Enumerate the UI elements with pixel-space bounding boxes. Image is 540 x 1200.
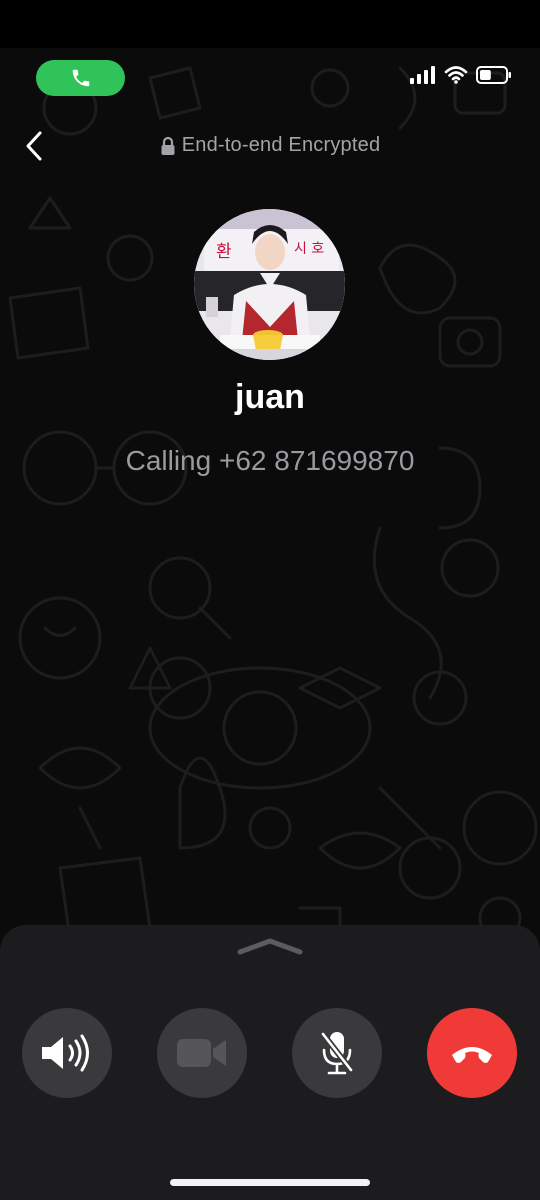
status-icons xyxy=(410,66,512,84)
ongoing-call-indicator[interactable] xyxy=(36,60,125,96)
video-camera-icon xyxy=(177,1039,226,1067)
encryption-label: End-to-end Encrypted xyxy=(181,134,381,156)
svg-text:환: 환 xyxy=(216,242,232,262)
status-bar-background xyxy=(0,0,540,48)
end-call-icon xyxy=(452,1047,492,1063)
lock-icon xyxy=(161,136,175,155)
svg-text:시 호: 시 호 xyxy=(294,241,324,257)
battery-icon xyxy=(476,66,511,84)
contact-name: juan xyxy=(235,378,305,416)
home-indicator[interactable] xyxy=(170,1179,370,1186)
encryption-notice: End-to-end Encrypted xyxy=(0,134,540,157)
speaker-button[interactable] xyxy=(22,1008,112,1098)
expand-panel-handle[interactable] xyxy=(236,934,304,958)
wifi-icon xyxy=(444,66,468,84)
contact-avatar[interactable]: 환 시 호 xyxy=(194,209,345,360)
cellular-signal-icon xyxy=(410,66,435,84)
video-button[interactable] xyxy=(157,1008,247,1098)
avatar-photo: 환 시 호 xyxy=(194,209,345,360)
mute-button[interactable] xyxy=(292,1008,382,1098)
phone-icon xyxy=(72,69,89,87)
call-status: Calling +62 871699870 xyxy=(125,445,415,476)
speaker-icon xyxy=(42,1034,89,1072)
chevron-up-icon xyxy=(237,938,303,955)
microphone-muted-icon xyxy=(320,1031,354,1075)
call-screen: End-to-end Encrypted 환 시 호 juan Calling … xyxy=(0,0,540,1200)
end-call-button[interactable] xyxy=(427,1008,517,1098)
